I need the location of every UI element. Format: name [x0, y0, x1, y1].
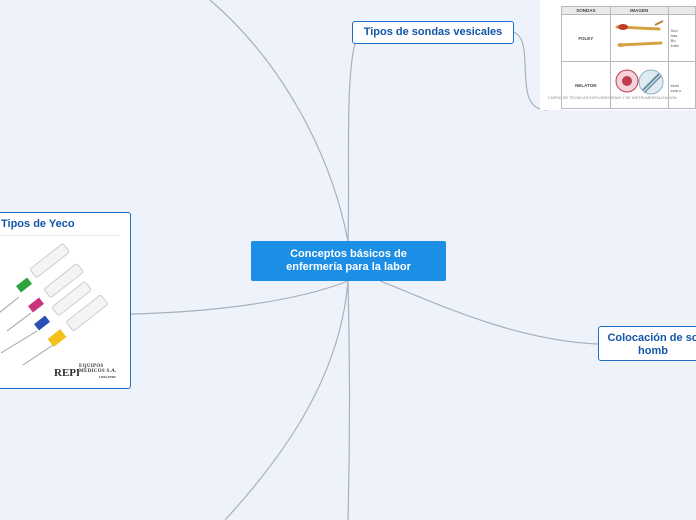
central-topic-line2: enfermería para la labor	[286, 261, 411, 273]
connector-coloc	[379, 280, 599, 345]
iv-catheter-image	[0, 243, 108, 366]
topic-label: Tipos de Yeco	[1, 218, 75, 230]
connector-bottom	[347, 280, 351, 520]
central-topic[interactable]: Conceptos básicos de enfermería para la …	[251, 241, 446, 281]
table-row-desc: semi sola u	[667, 61, 696, 109]
table-header: SONDAS	[561, 6, 611, 15]
nelaton-catheter-image	[609, 61, 669, 109]
foley-catheter-image	[609, 14, 669, 62]
topic-label: Tipos de sondas vesicales	[363, 26, 503, 38]
table-header	[667, 6, 696, 15]
logo-mark-icon: REPR	[54, 367, 79, 379]
connector-top-left	[209, 0, 349, 242]
topic-colocacion[interactable]: Colocación de so homb	[598, 326, 696, 361]
sondas-table: SONDAS IMAGEN FOLEY Son tras Bo indiv NE…	[561, 6, 696, 109]
topic-tipos-de-yeco[interactable]: Tipos de Yeco REPR EQUIPOS MÉDICOS S.A.	[0, 212, 131, 389]
image-caption: CURSO DE TÉCNICAS EXPLORATORIAS Y DE INS…	[548, 96, 677, 100]
svg-text:REPR: REPR	[54, 367, 79, 379]
table-row-desc: Son tras Bo indiv	[667, 14, 696, 62]
topic-label-line2: homb	[638, 345, 668, 357]
table-row-label: FOLEY	[561, 14, 611, 62]
table-row-label: NELATON	[561, 61, 611, 109]
table-header: IMAGEN	[609, 6, 669, 15]
connector-sondas	[347, 43, 356, 242]
connector-yeco	[130, 280, 349, 315]
sondas-table-image: SONDAS IMAGEN FOLEY Son tras Bo indiv NE…	[540, 0, 696, 110]
topic-tipos-de-sondas[interactable]: Tipos de sondas vesicales	[352, 21, 514, 44]
topic-label-line1: Colocación de so	[607, 332, 696, 344]
central-topic-line1: Conceptos básicos de	[290, 248, 407, 260]
connector-bottom-left	[224, 280, 349, 520]
title-divider	[0, 235, 120, 236]
company-logo: EQUIPOS MÉDICOS S.A. LIMA-PERU	[79, 364, 117, 379]
